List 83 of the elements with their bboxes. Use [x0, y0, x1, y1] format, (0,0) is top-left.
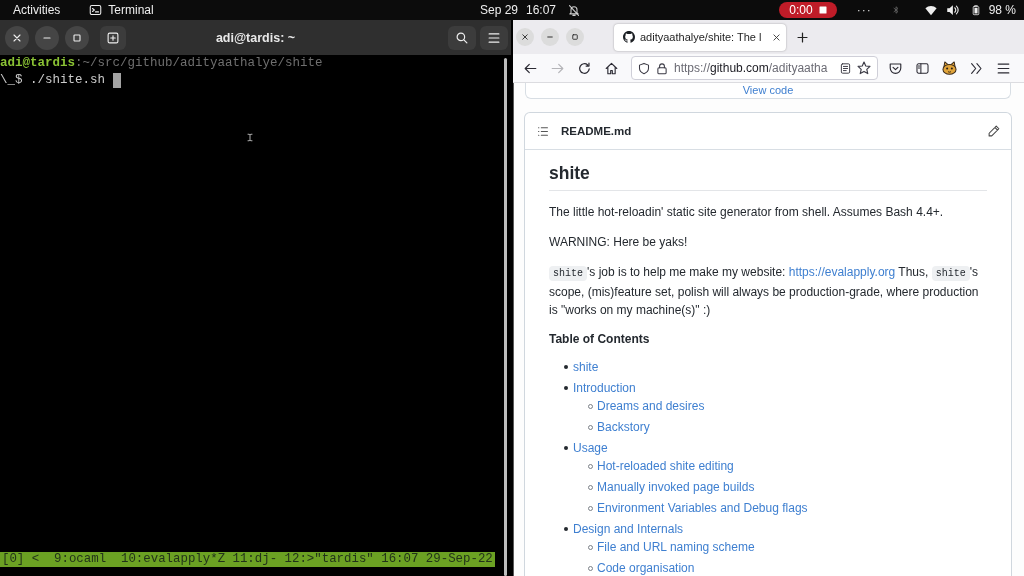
window-title: adi@tardis: ~ — [215, 30, 296, 45]
i-beam-pointer-icon — [246, 131, 254, 144]
close-button[interactable] — [5, 25, 29, 50]
toc-link[interactable]: Backstory — [597, 418, 650, 436]
toc-link[interactable]: Code organisation — [597, 559, 695, 576]
menu-icon — [488, 31, 500, 44]
bullet-icon — [564, 365, 568, 369]
terminal-icon — [89, 4, 103, 16]
close-button[interactable] — [516, 28, 534, 46]
pocket-icon — [888, 61, 902, 75]
activities-button[interactable]: Activities — [8, 1, 66, 19]
reload-icon — [577, 61, 591, 75]
browser-tab[interactable]: adityaathalye/shite: The l — [614, 23, 786, 51]
app-menu-button[interactable]: Terminal — [85, 1, 158, 19]
minimize-icon — [547, 36, 553, 38]
close-icon — [13, 33, 21, 42]
tmux-status-bar: [0] < 9:ocaml 10:evalapply*Z 11:dj- 12:>"tardis" 16:07 29-Sep-22 — [0, 552, 495, 567]
toc-link[interactable]: Design and Internals — [573, 520, 684, 538]
new-tab-button[interactable] — [100, 25, 126, 50]
inline-link[interactable]: https://evalapply.org — [788, 265, 896, 279]
animal-face-icon — [941, 61, 957, 75]
maximize-icon — [73, 33, 81, 42]
maximize-button[interactable] — [566, 28, 584, 46]
file-name: README.md — [561, 125, 632, 137]
toc-link[interactable]: File and URL naming scheme — [597, 538, 755, 556]
toc-link[interactable]: Usage — [573, 439, 608, 457]
bell-slash-icon — [568, 3, 581, 17]
screencast-indicator[interactable]: 0:00 — [779, 2, 837, 18]
bullet-icon — [564, 386, 568, 390]
maximize-button[interactable] — [65, 25, 89, 50]
url-text: https://github.com/adityaatha — [674, 61, 828, 75]
toc-link[interactable]: Hot-reloaded shite editing — [597, 457, 734, 475]
toc-heading: Table of Contents — [549, 331, 651, 348]
wifi-icon — [923, 4, 938, 16]
toc-link[interactable]: Introduction — [573, 379, 636, 397]
lock-icon — [656, 61, 668, 75]
close-icon — [773, 33, 780, 41]
overflow-indicator[interactable]: ··· — [856, 3, 872, 17]
bullet-icon — [564, 446, 568, 450]
paragraph: WARNING: Here be yaks! — [549, 234, 689, 251]
speaker-icon — [945, 4, 959, 16]
search-icon — [456, 31, 468, 44]
star-icon — [857, 61, 871, 75]
sidebar-icon — [915, 61, 929, 75]
bluetooth-icon — [891, 4, 900, 16]
plus-square-icon — [107, 31, 119, 44]
stop-icon — [818, 6, 827, 14]
left-arrow-icon — [523, 61, 537, 75]
minimize-button[interactable] — [35, 25, 59, 50]
paragraph: shite 's job is to help me make my website: https://evalapply.org Thus, shite 's scope, (mis)feature set, polish will always be production-grade, where production is "works on my machine(s)" :) — [549, 264, 980, 319]
right-arrow-icon — [550, 61, 564, 75]
maximize-icon — [572, 34, 578, 40]
menu-icon — [996, 61, 1010, 75]
url-field[interactable]: https://github.com/adityaatha — [631, 56, 878, 80]
menu-button[interactable] — [480, 25, 508, 50]
command-line: \_$ ./shite.sh — [0, 72, 106, 89]
toc-link[interactable]: Dreams and desires — [597, 397, 705, 415]
minimize-button[interactable] — [541, 28, 559, 46]
double-chevron-icon — [969, 61, 983, 75]
house-icon — [604, 61, 618, 75]
view-code-link[interactable]: View code — [742, 84, 794, 96]
plus-icon — [797, 31, 808, 43]
clock-button[interactable]: Sep 29 16:07 — [475, 1, 585, 19]
paragraph: The little hot-reloadin' static site generator from shell. Assumes Bash 4.4+. — [549, 204, 945, 221]
block-cursor-icon — [112, 73, 121, 88]
readme-title: shite — [549, 162, 987, 191]
cat-logo-icon — [623, 31, 635, 43]
shield-icon — [638, 61, 650, 75]
tab-close-button[interactable] — [772, 32, 781, 42]
toc-link[interactable]: shite — [573, 358, 599, 376]
pencil-icon — [988, 125, 1000, 137]
terminal-scrollbar[interactable] — [504, 58, 507, 576]
close-icon — [522, 34, 528, 40]
reader-view-icon — [840, 61, 851, 75]
battery-icon — [970, 3, 981, 17]
prompt-line: adi@tardis:~/src/github/adityaathalye/shite — [0, 55, 323, 72]
toc-link[interactable]: Manually invoked page builds — [597, 478, 755, 496]
search-button[interactable] — [448, 25, 476, 50]
toc-link[interactable]: Environment Variables and Debug flags — [597, 499, 808, 517]
minimize-icon — [43, 36, 51, 39]
list-icon — [537, 125, 549, 137]
system-menu-button[interactable]: 98 % — [883, 3, 1018, 17]
bullet-icon — [564, 527, 568, 531]
